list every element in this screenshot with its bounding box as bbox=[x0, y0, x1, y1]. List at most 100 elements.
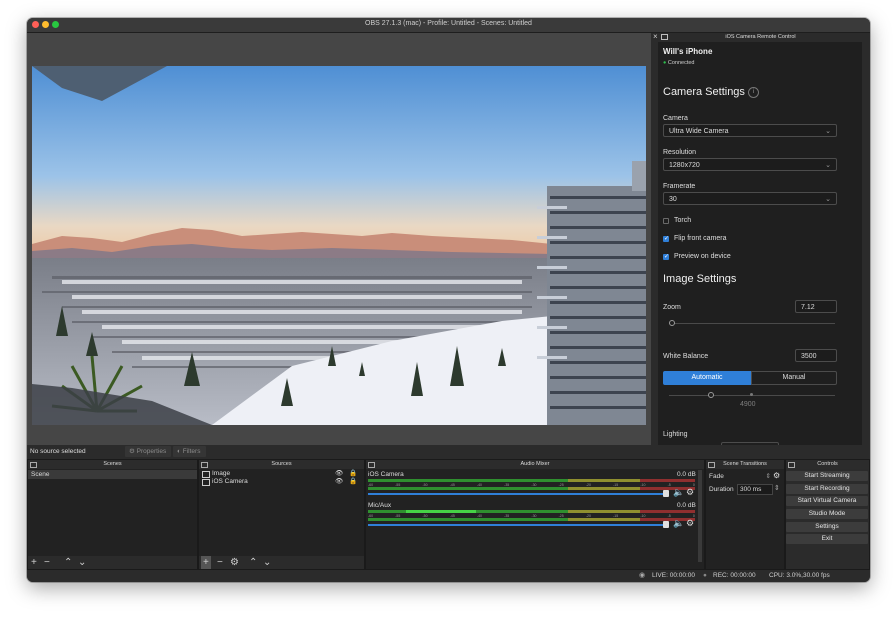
remove-scene-icon[interactable]: − bbox=[44, 556, 50, 569]
start-streaming-button[interactable]: Start Streaming bbox=[786, 471, 868, 481]
properties-button[interactable]: ⚙ Properties bbox=[125, 446, 171, 457]
cpu-status: CPU: 3.0%,30.00 fps bbox=[769, 572, 830, 579]
duration-label: Duration bbox=[709, 486, 734, 493]
wb-manual-button[interactable]: Manual bbox=[751, 371, 837, 385]
preview-on-device-checkbox[interactable] bbox=[663, 253, 669, 260]
dock-float-icon[interactable] bbox=[30, 462, 37, 468]
resolution-label: Resolution bbox=[663, 149, 697, 156]
move-up-icon[interactable]: ⌃ bbox=[249, 556, 257, 569]
wb-slider-marker bbox=[750, 393, 753, 396]
lock-icon[interactable]: 🔒 bbox=[349, 470, 357, 478]
gear-icon: ⚙ bbox=[129, 448, 135, 455]
ios-camera-remote-dock: × iOS Camera Remote Control Will's iPhon… bbox=[651, 32, 870, 445]
volume-meter-green bbox=[368, 479, 568, 482]
volume-fader[interactable] bbox=[368, 524, 666, 526]
filters-button[interactable]: ◐ Filters bbox=[173, 446, 206, 457]
volume-meter-level bbox=[406, 510, 476, 513]
transition-gear-icon[interactable]: ⚙ bbox=[773, 471, 780, 480]
info-icon[interactable]: i bbox=[748, 86, 759, 98]
dock-float-icon[interactable] bbox=[201, 462, 208, 468]
channel-gear-icon[interactable]: ⚙ bbox=[686, 487, 694, 498]
flip-front-camera-label: Flip front camera bbox=[674, 235, 727, 242]
dock-header: × iOS Camera Remote Control bbox=[651, 32, 870, 41]
volume-fader-handle[interactable] bbox=[663, 521, 669, 528]
volume-meter-green bbox=[368, 487, 568, 490]
mixer-scrollbar[interactable] bbox=[698, 470, 702, 562]
image-source-icon bbox=[202, 471, 210, 478]
duration-field[interactable]: 300 ms bbox=[737, 484, 773, 495]
torch-label: Torch bbox=[674, 217, 692, 224]
chevron-updown-icon: ⇕ bbox=[765, 473, 771, 480]
volume-meter-yellow bbox=[568, 479, 640, 482]
white-balance-value-field[interactable]: 3500 bbox=[795, 349, 837, 362]
context-bar: No source selected ⚙ Properties ◐ Filter… bbox=[27, 445, 870, 458]
add-scene-icon[interactable]: + bbox=[31, 556, 37, 569]
preview-canvas[interactable] bbox=[32, 66, 646, 425]
studio-mode-button[interactable]: Studio Mode bbox=[786, 509, 868, 519]
move-down-icon[interactable]: ⌄ bbox=[78, 556, 86, 569]
dock-float-icon[interactable] bbox=[708, 462, 715, 468]
camera-source-icon bbox=[202, 479, 210, 486]
volume-meter-red bbox=[640, 510, 695, 513]
dock-float-icon[interactable] bbox=[788, 462, 795, 468]
camera-label: Camera bbox=[663, 115, 688, 122]
framerate-label: Framerate bbox=[663, 183, 696, 190]
source-item-ios-camera[interactable]: iOS Camera 👁 🔒 bbox=[199, 478, 364, 486]
obs-window: OBS 27.1.3 (mac) - Profile: Untitled - S… bbox=[27, 18, 870, 582]
zoom-slider-track[interactable] bbox=[669, 323, 835, 324]
source-item-image[interactable]: Image 👁 🔒 bbox=[199, 470, 364, 478]
scenes-toolbar: + − ⌃ ⌄ bbox=[28, 556, 197, 569]
sources-panel: Sources Image 👁 🔒 iOS Camera 👁 🔒 + − ⚙ ⌃… bbox=[198, 459, 365, 570]
camera-select[interactable]: Ultra Wide Camera ⌄ bbox=[663, 124, 837, 137]
channel-gear-icon[interactable]: ⚙ bbox=[686, 518, 694, 529]
volume-fader-handle[interactable] bbox=[663, 490, 669, 497]
source-properties-gear-icon[interactable]: ⚙ bbox=[230, 556, 239, 569]
live-status: LIVE: 00:00:00 bbox=[652, 572, 696, 579]
controls-header: Controls bbox=[786, 460, 869, 469]
connection-status: ● Connected bbox=[663, 60, 695, 66]
start-recording-button[interactable]: Start Recording bbox=[786, 484, 868, 494]
sources-toolbar: + − ⚙ ⌃ ⌄ bbox=[199, 556, 364, 569]
move-up-icon[interactable]: ⌃ bbox=[64, 556, 72, 569]
rec-dot-icon: ● bbox=[703, 572, 707, 579]
white-balance-label: White Balance bbox=[663, 353, 709, 360]
torch-checkbox[interactable] bbox=[663, 218, 669, 224]
zoom-slider-handle[interactable] bbox=[669, 320, 675, 326]
wb-slider-handle[interactable] bbox=[708, 392, 714, 398]
audio-mixer-panel: Audio Mixer iOS Camera 0.0 dB -60 -55 -50-… bbox=[365, 459, 705, 570]
framerate-select[interactable]: 30 ⌄ bbox=[663, 192, 837, 205]
scene-list-item[interactable]: Scene bbox=[28, 470, 197, 479]
device-name: Will's iPhone bbox=[663, 47, 713, 56]
volume-meter-green bbox=[368, 518, 568, 521]
visibility-eye-icon[interactable]: 👁 bbox=[335, 470, 343, 478]
move-down-icon[interactable]: ⌄ bbox=[263, 556, 271, 569]
duration-stepper-icon[interactable]: ⇕ bbox=[774, 484, 780, 492]
transition-type-select[interactable]: Fade ⇕ bbox=[709, 472, 771, 482]
volume-fader[interactable] bbox=[368, 493, 666, 495]
remove-source-icon[interactable]: − bbox=[217, 556, 223, 569]
volume-meter-red bbox=[640, 479, 695, 482]
wb-automatic-button[interactable]: Automatic bbox=[663, 371, 751, 385]
zoom-value-field[interactable]: 7.12 bbox=[795, 300, 837, 313]
filter-icon: ◐ bbox=[177, 448, 181, 455]
scene-transitions-header: Scene Transitions bbox=[706, 460, 784, 469]
image-settings-heading: Image Settings bbox=[663, 273, 737, 285]
scenes-header: Scenes bbox=[28, 460, 197, 469]
flip-front-camera-checkbox[interactable] bbox=[663, 235, 669, 242]
speaker-icon[interactable]: 🔈 bbox=[673, 518, 684, 529]
settings-button[interactable]: Settings bbox=[786, 522, 868, 532]
add-source-icon[interactable]: + bbox=[201, 556, 211, 569]
start-virtual-camera-button[interactable]: Start Virtual Camera bbox=[786, 496, 868, 506]
sources-header: Sources bbox=[199, 460, 364, 469]
resolution-select[interactable]: 1280x720 ⌄ bbox=[663, 158, 837, 171]
speaker-icon[interactable]: 🔈 bbox=[673, 487, 684, 498]
wb-slider-value: 4900 bbox=[740, 401, 756, 408]
dock-float-icon[interactable] bbox=[368, 462, 375, 468]
status-dot-icon: ● bbox=[663, 60, 667, 66]
exit-button[interactable]: Exit bbox=[786, 534, 868, 544]
title-bar: OBS 27.1.3 (mac) - Profile: Untitled - S… bbox=[27, 18, 870, 33]
lock-icon[interactable]: 🔒 bbox=[349, 478, 357, 486]
preview-on-device-label: Preview on device bbox=[674, 253, 731, 260]
visibility-eye-icon[interactable]: 👁 bbox=[335, 478, 343, 486]
rec-status: REC: 00:00:00 bbox=[713, 572, 756, 579]
